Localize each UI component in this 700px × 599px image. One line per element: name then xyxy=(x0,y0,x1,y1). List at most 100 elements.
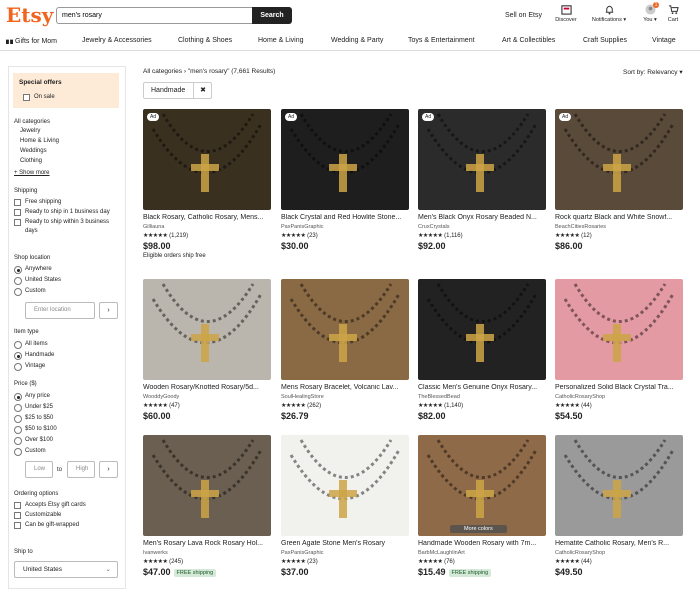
product-image[interactable]: Ad xyxy=(281,109,409,210)
shop-name[interactable]: CruxCrystals xyxy=(418,224,546,230)
product-title[interactable]: Men's Black Onyx Rosary Beaded N... xyxy=(418,214,546,221)
shop-name[interactable]: WooddyGoody xyxy=(143,394,271,400)
shop-name[interactable]: Gilliauna xyxy=(143,224,271,230)
shop-name[interactable]: Ivanwerks xyxy=(143,550,271,556)
product-title[interactable]: Hematite Catholic Rosary, Men's R... xyxy=(555,540,683,547)
product-card[interactable]: Ad Black Crystal and Red Howlite Stone...… xyxy=(281,109,409,251)
type-handmade-radio[interactable] xyxy=(14,352,22,360)
cart-button[interactable]: Cart xyxy=(656,4,690,23)
product-card[interactable]: Ad Black Rosary, Catholic Rosary, Mens...… xyxy=(143,109,271,259)
more-colors-label[interactable]: More colors xyxy=(450,525,507,533)
product-title[interactable]: Rock quartz Black and White Snowf... xyxy=(555,214,683,221)
product-image[interactable] xyxy=(281,279,409,380)
nav-craft[interactable]: Craft Supplies xyxy=(583,37,627,44)
show-more-link[interactable]: + Show more xyxy=(14,170,50,176)
product-card[interactable]: Men's Rosary Lava Rock Rosary Hol... Ivan… xyxy=(143,435,271,577)
product-image[interactable] xyxy=(555,279,683,380)
price-over-100-radio[interactable] xyxy=(14,437,22,445)
type-all-radio[interactable] xyxy=(14,341,22,349)
product-title[interactable]: Men's Rosary Lava Rock Rosary Hol... xyxy=(143,540,271,547)
product-title[interactable]: Personalized Solid Black Crystal Tra... xyxy=(555,384,683,391)
product-image[interactable] xyxy=(555,435,683,536)
product-title[interactable]: Black Rosary, Catholic Rosary, Mens... xyxy=(143,214,271,221)
product-title[interactable]: Mens Rosary Bracelet, Volcanic Lav... xyxy=(281,384,409,391)
product-card[interactable]: Personalized Solid Black Crystal Tra... C… xyxy=(555,279,683,421)
product-image[interactable]: More colors xyxy=(418,435,546,536)
price-high-input[interactable]: High xyxy=(67,461,95,478)
shop-name[interactable]: CatholicRosaryShop xyxy=(555,394,683,400)
category-home-living[interactable]: Home & Living xyxy=(20,138,59,144)
shop-name[interactable]: PaxPanisGraphic xyxy=(281,550,409,556)
shop-name[interactable]: TheBlessedBead xyxy=(418,394,546,400)
gift-icon xyxy=(6,37,13,44)
product-card[interactable]: Mens Rosary Bracelet, Volcanic Lav... Sou… xyxy=(281,279,409,421)
product-image[interactable] xyxy=(143,279,271,380)
etsy-logo[interactable]: Etsy xyxy=(6,3,53,27)
category-clothing[interactable]: Clothing xyxy=(20,158,42,164)
sort-dropdown[interactable]: Sort by: Relevancy ▾ xyxy=(623,68,683,76)
customizable-checkbox[interactable] xyxy=(14,512,21,519)
nav-toys[interactable]: Toys & Entertainment xyxy=(408,37,475,44)
product-title[interactable]: Handmade Wooden Rosary with 7m... xyxy=(418,540,546,547)
shop-name[interactable]: PaxPanisGraphic xyxy=(281,224,409,230)
price-custom-radio[interactable] xyxy=(14,448,22,456)
location-us-radio[interactable] xyxy=(14,277,22,285)
location-go-button[interactable]: › xyxy=(99,302,118,319)
ready-1-day-checkbox[interactable] xyxy=(14,209,21,216)
product-card[interactable]: More colors Handmade Wooden Rosary with 7… xyxy=(418,435,546,577)
category-jewelry[interactable]: Jewelry xyxy=(20,128,40,134)
location-anywhere-radio[interactable] xyxy=(14,266,22,274)
nav-wedding[interactable]: Wedding & Party xyxy=(331,37,383,44)
search-input[interactable] xyxy=(56,7,252,24)
product-card[interactable]: Ad Rock quartz Black and White Snowf... Be… xyxy=(555,109,683,251)
product-image[interactable]: Ad xyxy=(143,109,271,210)
price-50-100-radio[interactable] xyxy=(14,426,22,434)
ship-to-select[interactable]: United States ⌄ xyxy=(14,561,118,578)
location-input[interactable]: Enter location xyxy=(25,302,95,319)
nav-vintage[interactable]: Vintage xyxy=(652,37,676,44)
product-title[interactable]: Green Agate Stone Men's Rosary xyxy=(281,540,409,547)
product-image[interactable]: Ad xyxy=(418,109,546,210)
product-card[interactable]: Wooden Rosary/Knotted Rosary/5d... Wooddy… xyxy=(143,279,271,421)
search-button[interactable]: Search xyxy=(252,7,292,24)
price-go-button[interactable]: › xyxy=(99,461,118,478)
product-title[interactable]: Wooden Rosary/Knotted Rosary/5d... xyxy=(143,384,271,391)
discover-button[interactable]: Discover xyxy=(549,4,583,23)
gift-wrapped-checkbox[interactable] xyxy=(14,522,21,529)
breadcrumb-all[interactable]: All categories xyxy=(143,68,182,75)
free-shipping-checkbox[interactable] xyxy=(14,199,21,206)
sell-on-etsy-link[interactable]: Sell on Etsy xyxy=(505,12,542,19)
product-card[interactable]: Hematite Catholic Rosary, Men's R... Cath… xyxy=(555,435,683,577)
on-sale-checkbox[interactable] xyxy=(23,94,30,101)
price-any-radio[interactable] xyxy=(14,393,22,401)
category-weddings[interactable]: Weddings xyxy=(20,148,47,154)
product-image[interactable] xyxy=(143,435,271,536)
close-icon[interactable]: ✖ xyxy=(193,83,212,98)
nav-jewelry[interactable]: Jewelry & Accessories xyxy=(82,37,152,44)
nav-gifts-for-mom[interactable]: Gifts for Mom xyxy=(6,37,57,45)
product-card[interactable]: Classic Men's Genuine Onyx Rosary... TheB… xyxy=(418,279,546,421)
shop-name[interactable]: BarbMcLaughlinArt xyxy=(418,550,546,556)
shop-name[interactable]: SoulHealingStore xyxy=(281,394,409,400)
nav-home-living[interactable]: Home & Living xyxy=(258,37,304,44)
product-card[interactable]: Green Agate Stone Men's Rosary PaxPanisGr… xyxy=(281,435,409,577)
product-card[interactable]: Ad Men's Black Onyx Rosary Beaded N... Cru… xyxy=(418,109,546,251)
product-title[interactable]: Black Crystal and Red Howlite Stone... xyxy=(281,214,409,221)
shop-name[interactable]: BeachCitiesRosaries xyxy=(555,224,683,230)
product-image[interactable] xyxy=(281,435,409,536)
notifications-button[interactable]: Notifications ▾ xyxy=(589,4,629,23)
all-categories-title[interactable]: All categories xyxy=(14,119,50,125)
nav-clothing[interactable]: Clothing & Shoes xyxy=(178,37,232,44)
product-image[interactable]: Ad xyxy=(555,109,683,210)
location-custom-radio[interactable] xyxy=(14,288,22,296)
product-image[interactable] xyxy=(418,279,546,380)
price-under-25-radio[interactable] xyxy=(14,404,22,412)
product-title[interactable]: Classic Men's Genuine Onyx Rosary... xyxy=(418,384,546,391)
ready-3-days-checkbox[interactable] xyxy=(14,219,21,226)
price-25-50-radio[interactable] xyxy=(14,415,22,423)
gift-cards-checkbox[interactable] xyxy=(14,502,21,509)
nav-art[interactable]: Art & Collectibles xyxy=(502,37,555,44)
shop-name[interactable]: CatholicRosaryShop xyxy=(555,550,683,556)
price-low-input[interactable]: Low xyxy=(25,461,53,478)
type-vintage-radio[interactable] xyxy=(14,363,22,371)
